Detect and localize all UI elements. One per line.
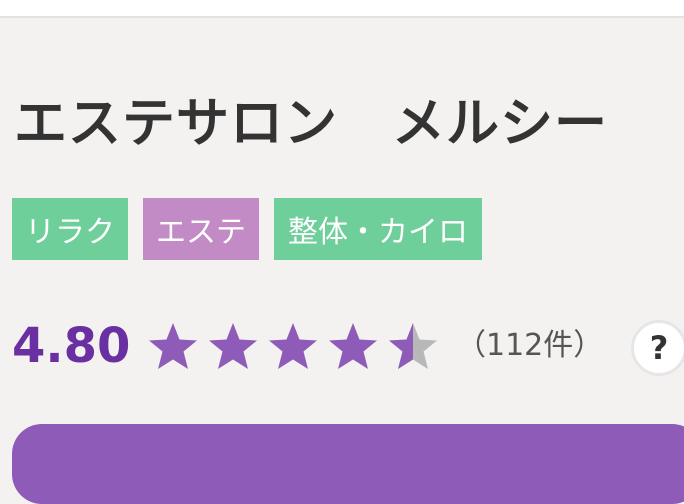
rating-row: 4.80 （112件） ? xyxy=(12,316,684,376)
question-icon: ? xyxy=(649,329,669,367)
salon-title: エステサロン メルシー xyxy=(14,93,608,154)
review-count[interactable]: （112件） xyxy=(456,316,603,376)
half-star-icon xyxy=(389,323,437,369)
star-icon xyxy=(149,323,197,369)
star-rating xyxy=(149,323,437,369)
star-icon xyxy=(269,323,317,369)
category-tags: リラク エステ 整体・カイロ xyxy=(12,198,482,260)
star-icon xyxy=(329,323,377,369)
tag-relaxation[interactable]: リラク xyxy=(12,198,128,260)
primary-action-button[interactable] xyxy=(12,424,684,504)
tag-chiropractic[interactable]: 整体・カイロ xyxy=(274,198,482,260)
top-bar xyxy=(0,0,684,18)
star-icon xyxy=(209,323,257,369)
help-button[interactable]: ? xyxy=(631,320,684,376)
tag-esthetic[interactable]: エステ xyxy=(143,198,259,260)
rating-score: 4.80 xyxy=(12,318,131,374)
